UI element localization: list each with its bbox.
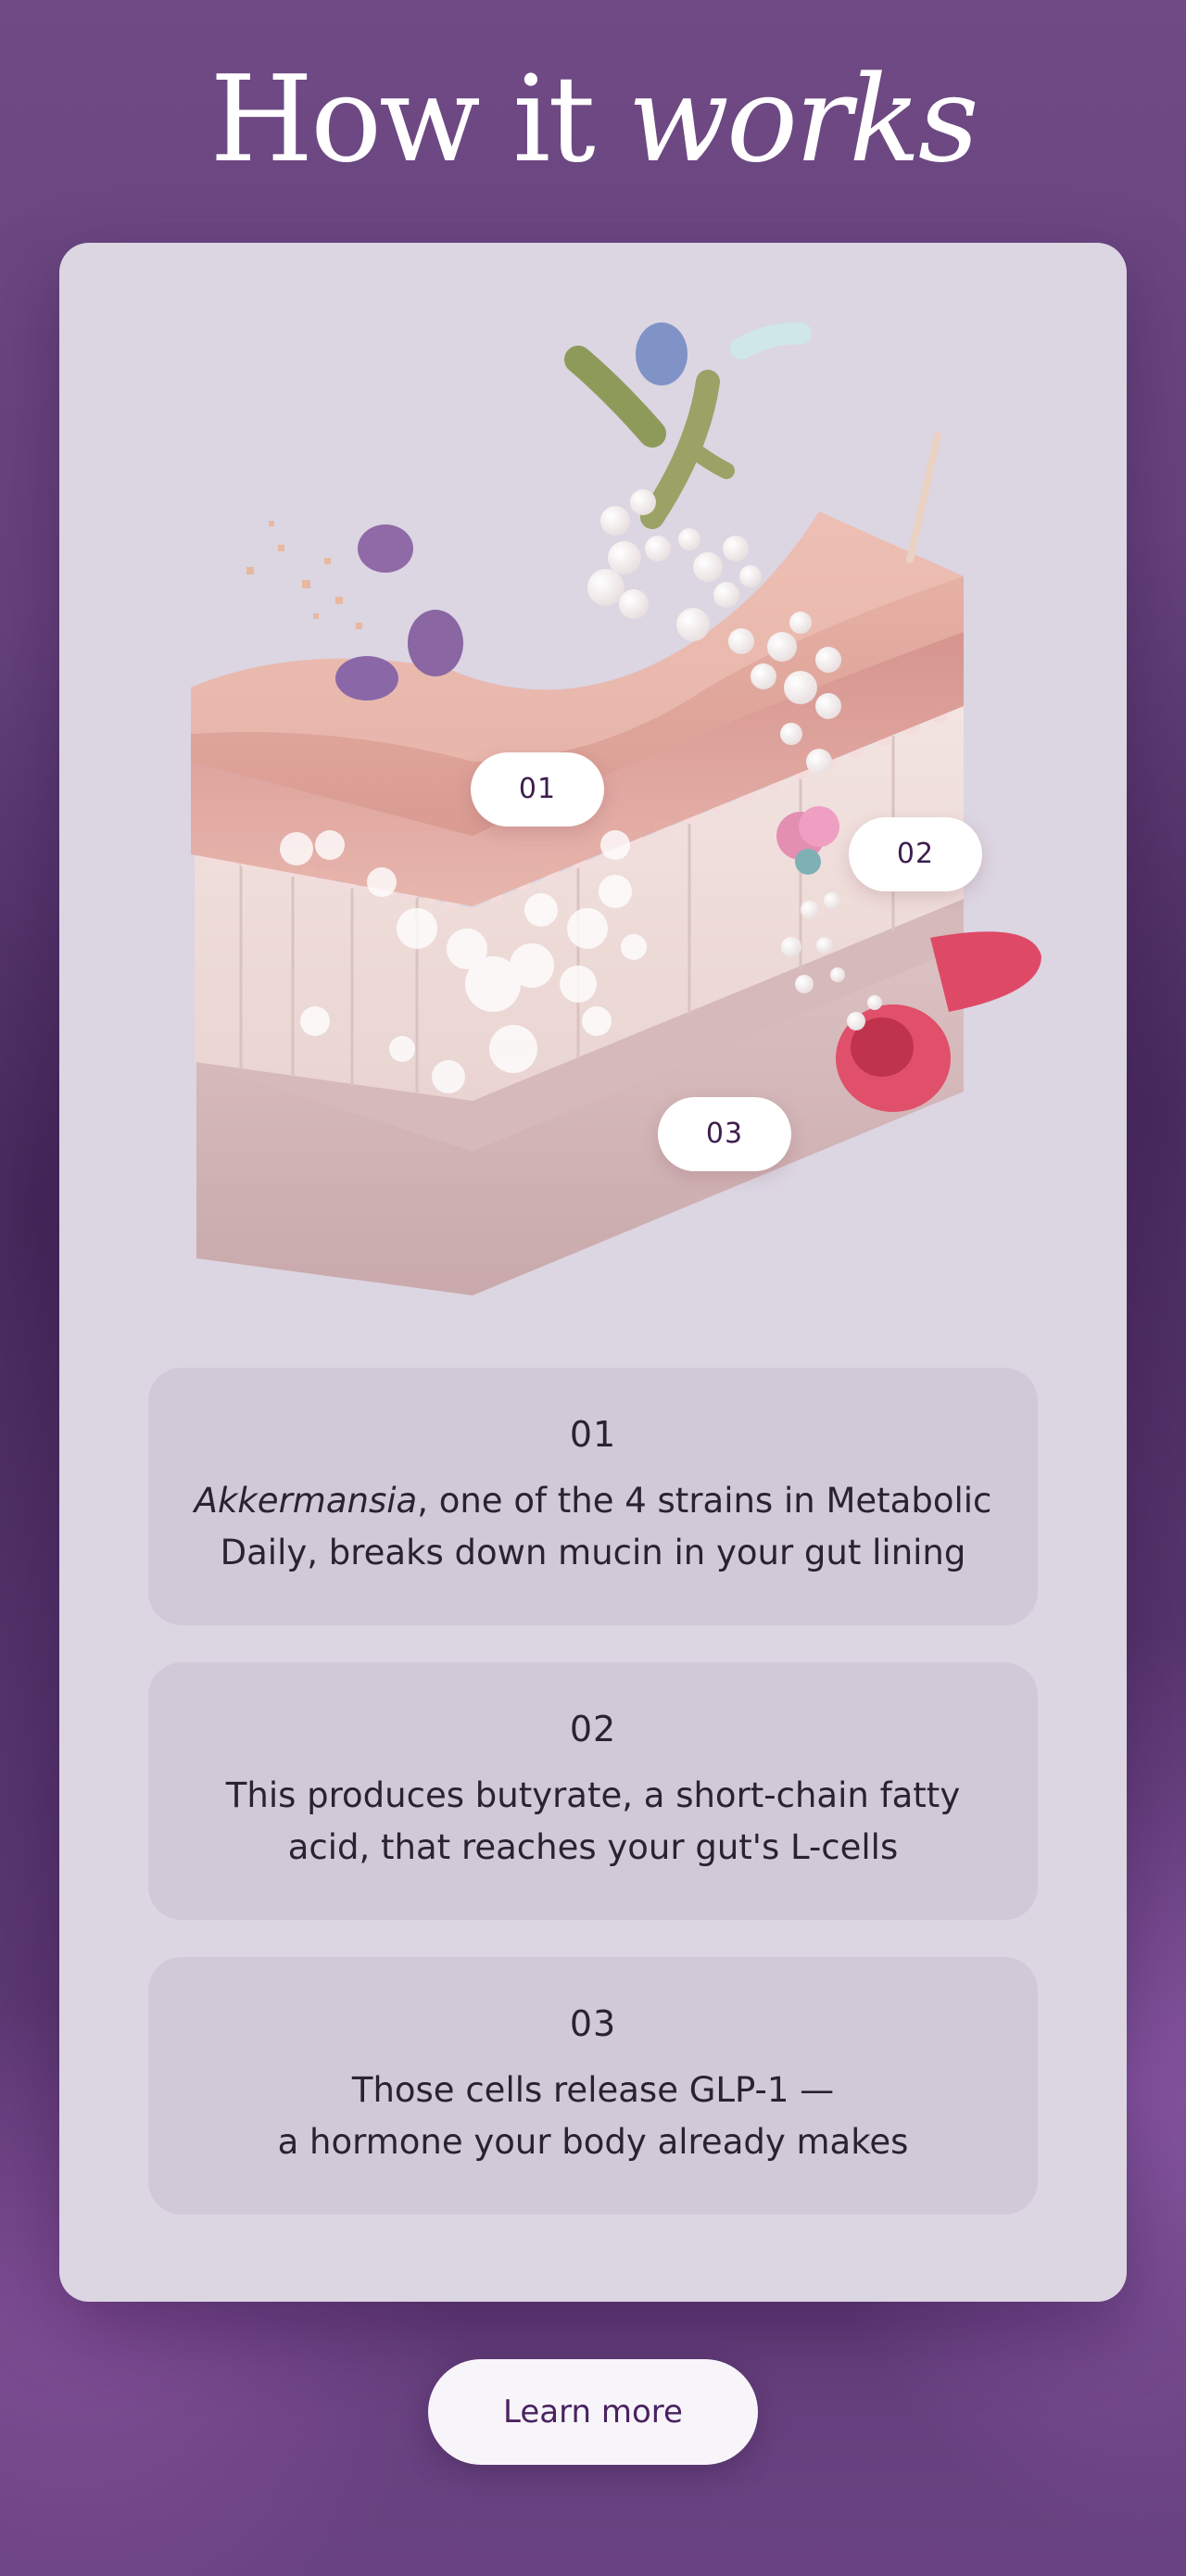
step-description-italic: Akkermansia — [194, 1481, 418, 1521]
step-03-panel: 03 Those cells release GLP-1 — a hormone … — [148, 1957, 1038, 2215]
step-description: This produces butyrate, a short-chain fa… — [176, 1770, 1010, 1874]
step-01-panel: 01 Akkermansia, one of the 4 strains in … — [148, 1368, 1038, 1625]
learn-more-button[interactable]: Learn more — [428, 2359, 758, 2465]
step-description-line2: acid, that reaches your gut's L-cells — [287, 1827, 899, 1867]
marker-03[interactable]: 03 — [658, 1097, 791, 1171]
page-title-italic: works — [627, 51, 978, 189]
step-number: 01 — [569, 1414, 617, 1455]
step-description: Those cells release GLP-1 — a hormone you… — [176, 2065, 1010, 2168]
step-number: 02 — [569, 1709, 617, 1749]
marker-01[interactable]: 01 — [471, 752, 604, 827]
how-it-works-card: 01 02 03 01 Akkermansia, one of the 4 st… — [59, 243, 1127, 2302]
step-description-line1: This produces butyrate, a short-chain fa… — [225, 1775, 961, 1815]
step-number: 03 — [569, 2003, 617, 2044]
page-title-plain: How it — [209, 51, 628, 189]
step-description-line1: Those cells release GLP-1 — — [351, 2070, 835, 2110]
gut-lining-illustration: 01 02 03 — [59, 243, 1127, 1355]
step-description-line2: a hormone your body already makes — [277, 2122, 909, 2162]
marker-02[interactable]: 02 — [849, 817, 982, 891]
step-02-panel: 02 This produces butyrate, a short-chain… — [148, 1662, 1038, 1920]
step-description: Akkermansia, one of the 4 strains in Met… — [176, 1475, 1010, 1579]
page-title: How it works — [0, 56, 1186, 185]
